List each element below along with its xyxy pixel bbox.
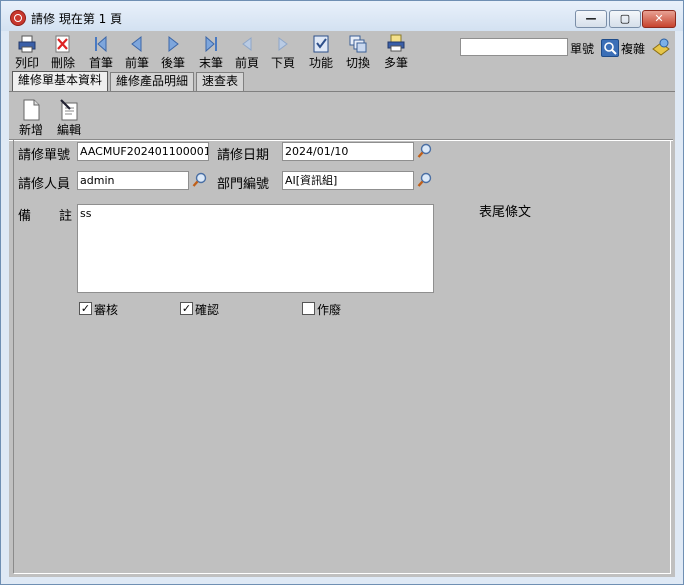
- function-button[interactable]: 功能: [305, 33, 337, 73]
- next-page-icon: [278, 37, 288, 51]
- prev-page-label: 前頁: [234, 56, 259, 70]
- edit-label: 編輯: [56, 123, 81, 137]
- tab-repair-products[interactable]: 維修產品明細: [110, 72, 195, 91]
- multi-print-icon: [387, 34, 405, 52]
- minimize-button[interactable]: —: [575, 10, 607, 28]
- last-record-label: 末筆: [198, 56, 223, 70]
- maximize-icon: ▢: [619, 12, 631, 25]
- switch-icon: [349, 35, 367, 53]
- printer-icon: [18, 35, 36, 53]
- complex-search-label: 複雜: [621, 42, 646, 56]
- edit-document-icon: [60, 99, 78, 121]
- next-record-icon: [168, 35, 179, 53]
- prev-record-button[interactable]: 前筆: [121, 33, 153, 73]
- prev-record-icon: [131, 35, 142, 53]
- new-button[interactable]: 新增: [15, 99, 47, 139]
- new-document-icon: [23, 99, 40, 121]
- tab-repair-basic[interactable]: 維修單基本資料: [12, 71, 109, 92]
- delete-icon: [55, 35, 70, 53]
- function-label: 功能: [308, 56, 333, 70]
- delete-button[interactable]: 刪除: [47, 33, 79, 73]
- last-record-icon: [205, 35, 217, 53]
- first-record-label: 首筆: [88, 56, 113, 70]
- last-record-button[interactable]: 末筆: [195, 33, 227, 73]
- first-record-button[interactable]: 首筆: [85, 33, 117, 73]
- prev-page-button[interactable]: 前頁: [231, 33, 263, 73]
- switch-label: 切換: [345, 56, 370, 70]
- search-label: 單號: [570, 42, 595, 56]
- client-area: 列印 刪除 首筆 前筆 後筆 末筆 前頁 下頁 功能 切換 多筆 單號 複雜 維…: [9, 31, 675, 577]
- print-label: 列印: [14, 56, 39, 70]
- order-no-search-input[interactable]: [460, 38, 568, 56]
- print-button[interactable]: 列印: [11, 33, 43, 73]
- form-panel: [13, 140, 671, 574]
- first-record-icon: [95, 35, 107, 53]
- next-record-button[interactable]: 後筆: [157, 33, 189, 73]
- tab-divider: [9, 91, 675, 92]
- next-page-button[interactable]: 下頁: [267, 33, 299, 73]
- new-label: 新增: [18, 123, 43, 137]
- switch-button[interactable]: 切換: [342, 33, 374, 73]
- close-icon: ✕: [654, 12, 664, 25]
- function-icon: [313, 35, 329, 53]
- complex-search-icon[interactable]: [651, 37, 671, 57]
- app-window: 請修 現在第 1 頁 — ▢ ✕ 列印 刪除 首筆 前筆 後筆 末筆 前頁 下頁…: [0, 0, 684, 585]
- multi-print-button[interactable]: 多筆: [380, 33, 412, 73]
- search-icon: [604, 42, 617, 55]
- next-record-label: 後筆: [160, 56, 185, 70]
- prev-record-label: 前筆: [124, 56, 149, 70]
- next-page-label: 下頁: [270, 56, 295, 70]
- minimize-icon: —: [585, 12, 597, 25]
- search-button[interactable]: [601, 39, 619, 57]
- title-bar[interactable]: 請修 現在第 1 頁 — ▢ ✕: [1, 1, 683, 31]
- window-title: 請修 現在第 1 頁: [31, 12, 123, 26]
- maximize-button[interactable]: ▢: [609, 10, 641, 28]
- app-logo-icon: [10, 10, 26, 26]
- tab-quick-lookup[interactable]: 速查表: [196, 72, 245, 91]
- edit-button[interactable]: 編輯: [53, 99, 85, 139]
- prev-page-icon: [242, 37, 252, 51]
- delete-label: 刪除: [50, 56, 75, 70]
- close-button[interactable]: ✕: [642, 10, 676, 28]
- multi-print-label: 多筆: [383, 56, 408, 70]
